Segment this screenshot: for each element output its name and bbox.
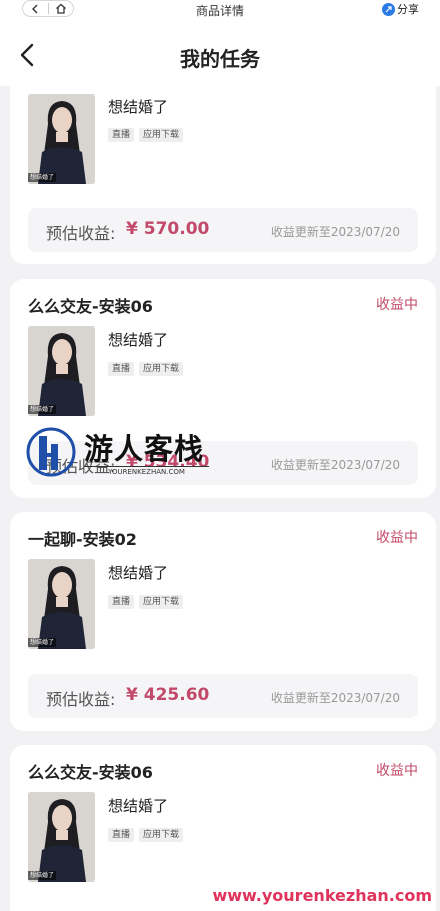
- tag: 应用下载: [139, 828, 184, 842]
- task-title: 么么交友-安装06: [28, 763, 153, 782]
- status-badge: 收益中: [376, 297, 418, 313]
- tag: 直播: [108, 128, 135, 142]
- share-button[interactable]: 分享: [382, 1, 419, 17]
- tag-list: 直播 应用下载: [108, 362, 188, 376]
- tag-list: 直播 应用下载: [108, 595, 188, 609]
- tag: 直播: [108, 595, 135, 609]
- update-date: 收益更新至2023/07/20: [270, 225, 400, 239]
- earnings-label: 预估收益:: [46, 224, 116, 243]
- earnings-box: 预估收益: ¥ 425.60 收益更新至2023/07/20: [28, 674, 418, 718]
- thumbnail-caption: 想结婚了: [28, 173, 57, 182]
- task-title: 么么交友-安装06: [28, 297, 153, 316]
- earnings-label: 预估收益:: [46, 690, 116, 709]
- task-thumbnail: 想结婚了: [28, 792, 95, 882]
- update-date: 收益更新至2023/07/20: [270, 691, 400, 705]
- tag: 应用下载: [139, 362, 184, 376]
- task-name: 想结婚了: [108, 331, 169, 349]
- tag: 直播: [108, 828, 135, 842]
- tag-list: 直播 应用下载: [108, 128, 188, 142]
- watermark-name: 游人客栈: [84, 432, 205, 466]
- portrait-image: [28, 559, 95, 649]
- tag: 直播: [108, 362, 135, 376]
- portrait-image: [28, 792, 95, 882]
- watermark-logo-icon: [26, 427, 76, 477]
- watermark-url: www.yourenkezhan.com: [210, 886, 434, 905]
- task-card[interactable]: 想结婚了 想结婚了 直播 应用下载 预估收益: ¥ 570.00 收益更新至20…: [10, 86, 436, 264]
- top-bar: 商品详情 分享: [0, 0, 440, 20]
- tag: 应用下载: [139, 128, 184, 142]
- share-icon: [382, 2, 395, 16]
- tag: 应用下载: [139, 595, 184, 609]
- task-list: 想结婚了 想结婚了 直播 应用下载 预估收益: ¥ 570.00 收益更新至20…: [0, 86, 440, 911]
- tag-list: 直播 应用下载: [108, 828, 188, 842]
- thumbnail-caption: 想结婚了: [28, 871, 57, 880]
- task-thumbnail: 想结婚了: [28, 326, 95, 416]
- page-title: 我的任务: [180, 47, 260, 71]
- task-name: 想结婚了: [108, 98, 169, 116]
- task-card[interactable]: 一起聊-安装02 收益中 想结婚了 想结婚了 直播 应用下载 预估收益: ¥ 4…: [10, 512, 436, 731]
- earnings-amount: ¥ 570.00: [126, 219, 210, 239]
- task-name: 想结婚了: [108, 564, 169, 582]
- header: 我的任务: [0, 20, 440, 86]
- task-thumbnail: 想结婚了: [28, 559, 95, 649]
- thumbnail-caption: 想结婚了: [28, 405, 57, 414]
- earnings-amount: ¥ 425.60: [126, 685, 210, 705]
- watermark-sub: YOURENKEZHAN.COM: [84, 466, 209, 476]
- status-badge: 收益中: [376, 530, 418, 546]
- top-title: 商品详情: [195, 4, 244, 18]
- status-badge: 收益中: [376, 763, 418, 779]
- task-thumbnail: 想结婚了: [28, 94, 95, 184]
- portrait-image: [28, 326, 95, 416]
- portrait-image: [28, 94, 95, 184]
- thumbnail-caption: 想结婚了: [28, 638, 57, 647]
- share-label: 分享: [397, 3, 419, 16]
- update-date: 收益更新至2023/07/20: [270, 458, 400, 472]
- earnings-box: 预估收益: ¥ 570.00 收益更新至2023/07/20: [28, 208, 418, 252]
- task-name: 想结婚了: [108, 797, 169, 815]
- task-title: 一起聊-安装02: [28, 530, 137, 549]
